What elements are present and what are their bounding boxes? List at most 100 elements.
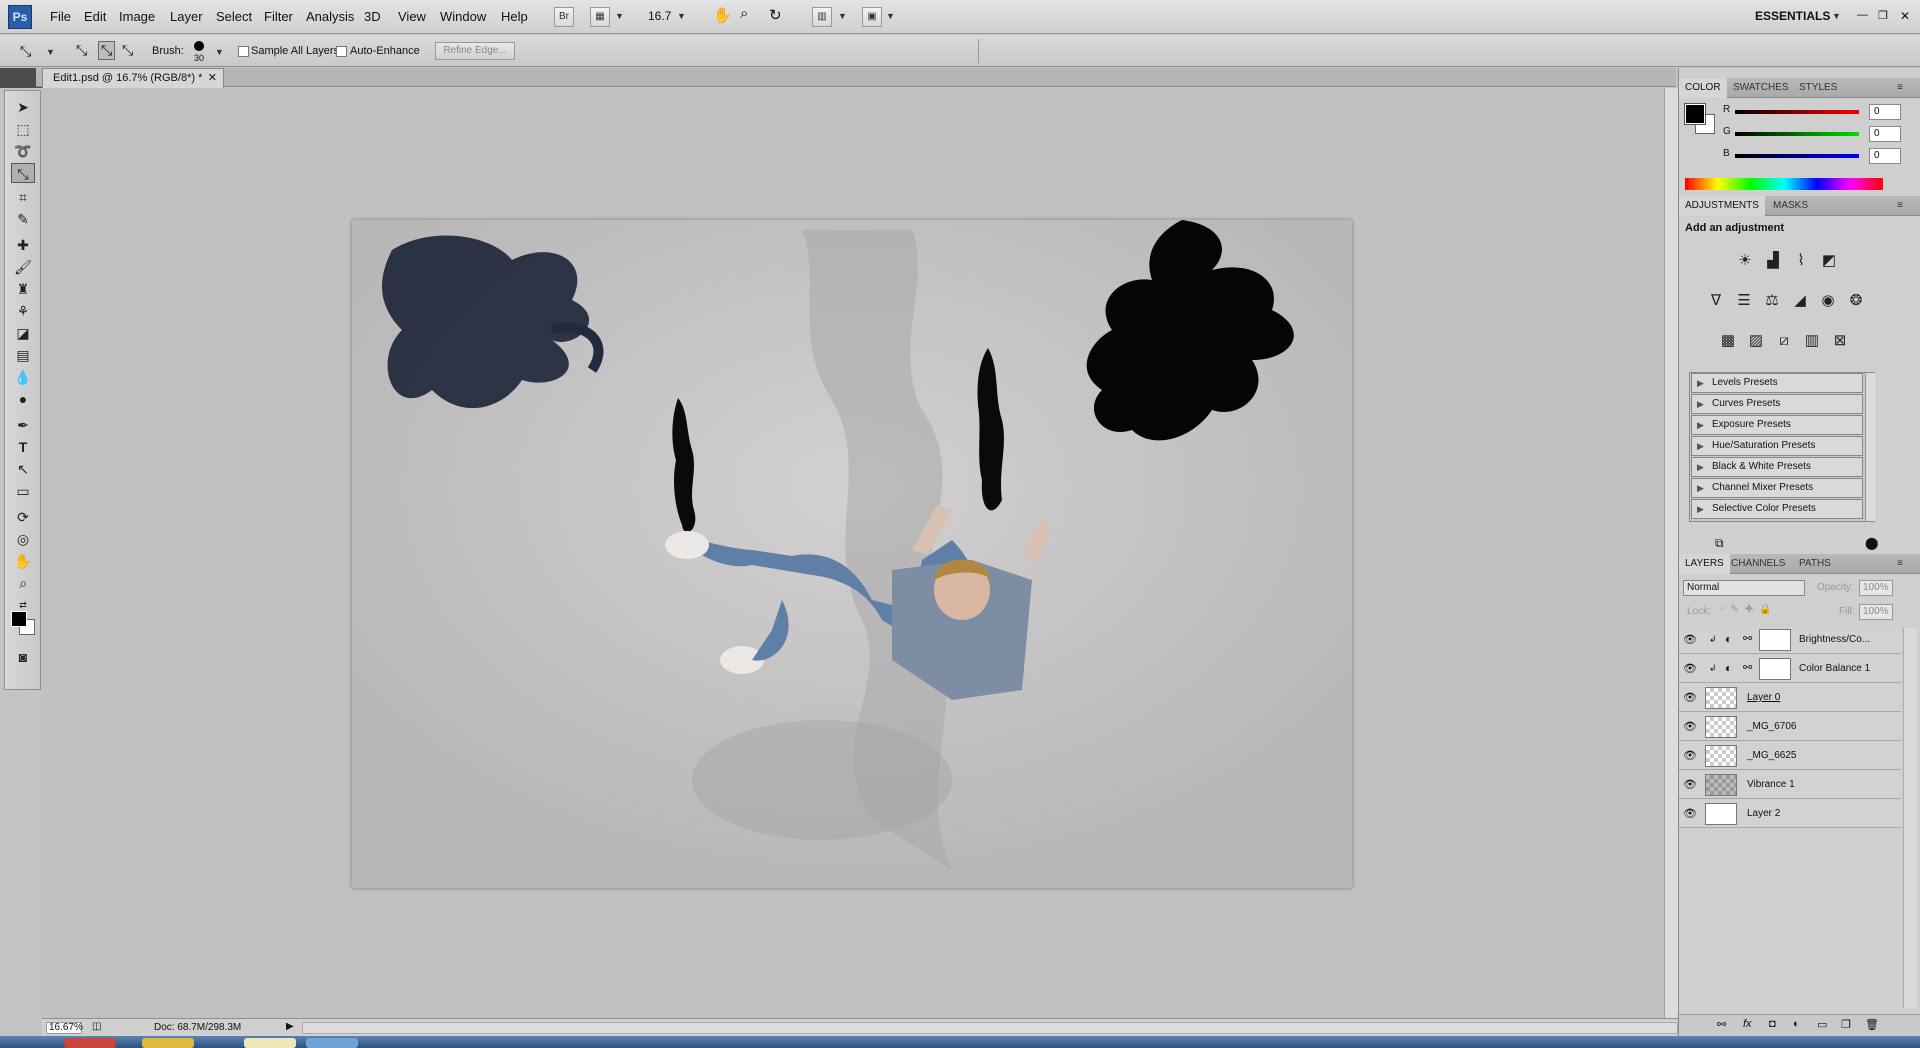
panel-options-icon[interactable]: ⧉	[1715, 536, 1724, 551]
taskbar-app-icon[interactable]	[64, 1038, 116, 1048]
shape-tool-icon[interactable]: ▭	[11, 481, 35, 501]
layer-row[interactable]: 👁 Vibrance 1	[1679, 771, 1901, 799]
menu-image[interactable]: Image	[119, 9, 155, 24]
eye-icon[interactable]: 👁	[1683, 720, 1697, 734]
hand-tool-icon[interactable]: ✋	[713, 6, 732, 24]
menu-edit[interactable]: Edit	[84, 9, 106, 24]
layer-thumbnail[interactable]	[1705, 774, 1737, 796]
menu-layer[interactable]: Layer	[170, 9, 203, 24]
tab-swatches[interactable]: SWATCHES	[1727, 78, 1795, 98]
vertical-scrollbar[interactable]	[1664, 88, 1678, 1018]
clip-to-layer-icon[interactable]: ⬤	[1865, 536, 1878, 550]
blend-mode-select[interactable]: Normal	[1683, 580, 1805, 596]
quick-selection-preset-icon[interactable]: ⤡	[20, 43, 31, 60]
zoom-tool-icon[interactable]: ⌕	[11, 573, 35, 593]
status-menu-arrow-icon[interactable]: ▶	[286, 1021, 294, 1032]
zoom-level[interactable]: 16.7	[648, 9, 671, 23]
subtract-selection-icon[interactable]: ⤡	[122, 42, 133, 59]
tab-paths[interactable]: PATHS	[1793, 554, 1837, 574]
menu-filter[interactable]: Filter	[264, 9, 293, 24]
chevron-down-icon[interactable]: ▼	[886, 11, 895, 21]
3d-orbit-tool-icon[interactable]: ◎	[11, 529, 35, 549]
chevron-down-icon[interactable]: ▼	[215, 47, 224, 57]
maximize-icon[interactable]: ❐	[1878, 9, 1888, 22]
arrange-documents-icon[interactable]: ▥	[812, 7, 832, 27]
menu-window[interactable]: Window	[440, 9, 486, 24]
red-value[interactable]: 0	[1869, 104, 1901, 120]
layer-row[interactable]: 👁 _MG_6706	[1679, 713, 1901, 741]
quick-mask-icon[interactable]: ◙	[11, 647, 35, 667]
list-item[interactable]: ▶ Channel Mixer Presets	[1691, 478, 1863, 498]
menu-file[interactable]: File	[50, 9, 71, 24]
menu-help[interactable]: Help	[501, 9, 528, 24]
add-to-selection-icon[interactable]: ⤡	[98, 41, 116, 60]
layer-name[interactable]: Layer 2	[1747, 808, 1780, 819]
new-layer-icon[interactable]: ❐	[1841, 1018, 1851, 1031]
path-selection-tool-icon[interactable]: ↖	[11, 459, 35, 479]
workspace-switcher[interactable]: ESSENTIALS	[1755, 9, 1830, 23]
chevron-down-icon[interactable]: ▼	[615, 11, 624, 21]
photo-filter-icon[interactable]: ◉	[1817, 290, 1839, 312]
channel-mixer-icon[interactable]: ❂	[1845, 290, 1867, 312]
taskbar-app-icon[interactable]	[244, 1038, 296, 1048]
new-group-icon[interactable]: ▭	[1817, 1018, 1827, 1031]
selective-color-icon[interactable]: ⊠	[1829, 330, 1851, 352]
eye-icon[interactable]: 👁	[1683, 633, 1697, 647]
blue-slider[interactable]	[1735, 154, 1859, 158]
menu-analysis[interactable]: Analysis	[306, 9, 354, 24]
green-value[interactable]: 0	[1869, 126, 1901, 142]
layers-scrollbar[interactable]	[1903, 628, 1917, 1008]
sample-all-layers-checkbox[interactable]	[238, 46, 249, 57]
layer-row[interactable]: 👁 Layer 0	[1679, 684, 1901, 712]
bridge-button[interactable]: Br	[554, 7, 574, 27]
quick-selection-tool-icon[interactable]: ⤡	[11, 163, 35, 183]
eye-icon[interactable]: 👁	[1683, 807, 1697, 821]
panel-menu-icon[interactable]: ≡	[1891, 78, 1909, 98]
invert-icon[interactable]: ▩	[1717, 330, 1739, 352]
document-canvas[interactable]	[352, 220, 1352, 888]
rotate-view-icon[interactable]: ↻	[769, 6, 782, 24]
hand-tool-icon[interactable]: ✋	[11, 551, 35, 571]
brush-tool-icon[interactable]: 🖌	[11, 257, 35, 277]
list-item[interactable]: ▶ Levels Presets	[1691, 373, 1863, 393]
dodge-tool-icon[interactable]: ●	[11, 389, 35, 409]
close-icon[interactable]: ✕	[1900, 9, 1910, 23]
hue-saturation-icon[interactable]: ☰	[1733, 290, 1755, 312]
brightness-contrast-icon[interactable]: ☀	[1734, 250, 1756, 272]
color-balance-icon[interactable]: ⚖	[1761, 290, 1783, 312]
list-item[interactable]: ▶ Black & White Presets	[1691, 457, 1863, 477]
tab-channels[interactable]: CHANNELS	[1725, 554, 1791, 574]
black-white-icon[interactable]: ◢	[1789, 290, 1811, 312]
layer-name[interactable]: Vibrance 1	[1747, 779, 1795, 790]
layer-name[interactable]: _MG_6706	[1747, 721, 1796, 732]
chevron-down-icon[interactable]: ▼	[838, 11, 847, 21]
layer-row[interactable]: 👁 ↲ ◐ ⚯ Brightness/Co...	[1679, 626, 1901, 654]
status-info-icon[interactable]: ◫	[92, 1021, 101, 1032]
vibrance-icon[interactable]: ∇	[1705, 290, 1727, 312]
lock-icons[interactable]: ▫✎✚🔒	[1721, 604, 1778, 615]
close-tab-icon[interactable]: ✕	[208, 69, 217, 87]
gradient-map-icon[interactable]: ▥	[1801, 330, 1823, 352]
list-item[interactable]: ▶ Curves Presets	[1691, 394, 1863, 414]
layer-name[interactable]: Brightness/Co...	[1799, 634, 1870, 645]
chain-icon[interactable]: ⚯	[1743, 632, 1752, 645]
curves-icon[interactable]: ⌇	[1790, 250, 1812, 272]
posterize-icon[interactable]: ▨	[1745, 330, 1767, 352]
color-ramp[interactable]	[1685, 178, 1883, 190]
link-layers-icon[interactable]: ⚯	[1717, 1018, 1726, 1031]
layer-thumbnail[interactable]	[1705, 687, 1737, 709]
eyedropper-tool-icon[interactable]: ✎	[11, 209, 35, 229]
layer-mask-thumbnail[interactable]	[1759, 629, 1791, 651]
levels-icon[interactable]: ▟	[1762, 250, 1784, 272]
new-adjustment-icon[interactable]: ◐	[1793, 1018, 1800, 1030]
panel-menu-icon[interactable]: ≡	[1891, 196, 1909, 216]
layer-row[interactable]: 👁 _MG_6625	[1679, 742, 1901, 770]
new-selection-icon[interactable]: ⤡	[76, 42, 87, 59]
type-tool-icon[interactable]: T	[11, 437, 35, 457]
horizontal-scrollbar[interactable]	[302, 1022, 1678, 1034]
move-tool-icon[interactable]: ➤	[11, 97, 35, 117]
brush-preview-icon[interactable]	[194, 41, 204, 51]
layer-name[interactable]: Layer 0	[1747, 692, 1780, 703]
menu-3d[interactable]: 3D	[364, 9, 381, 24]
layer-name[interactable]: _MG_6625	[1747, 750, 1796, 761]
